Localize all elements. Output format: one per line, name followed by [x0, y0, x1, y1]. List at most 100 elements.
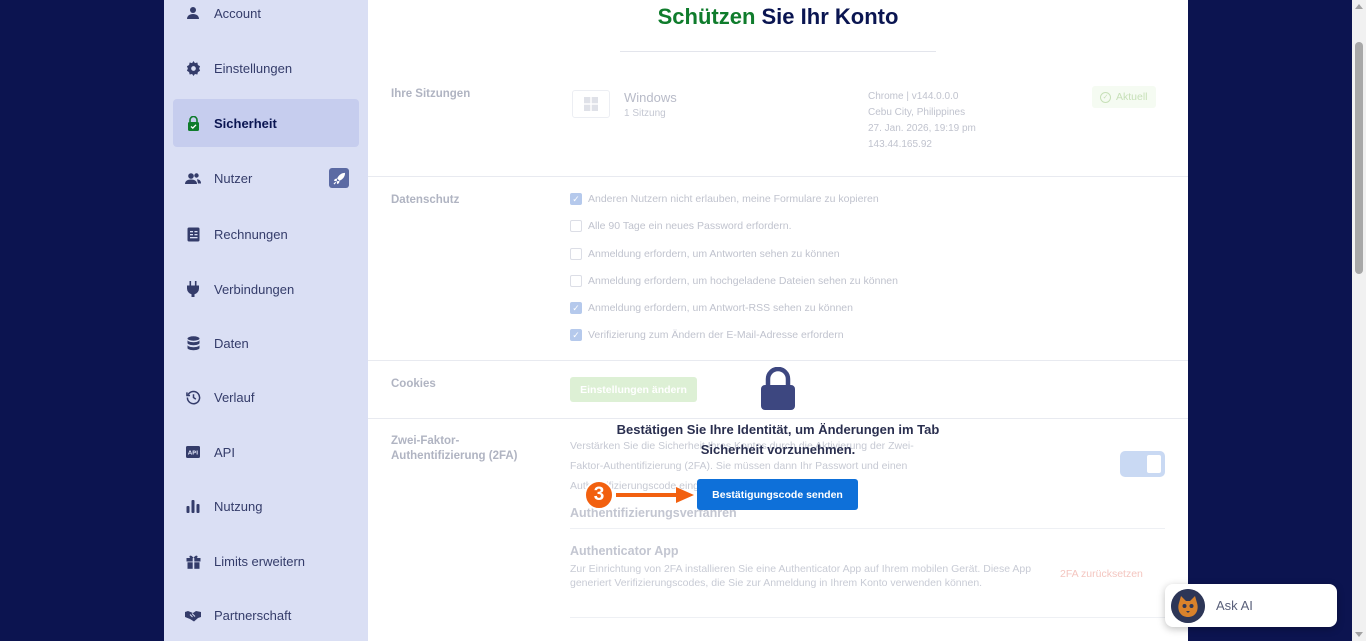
ai-assistant-avatar-icon	[1171, 588, 1205, 623]
session-details: Chrome | v144.0.0.0 Cebu City, Philippin…	[868, 89, 976, 153]
section-divider	[570, 617, 1165, 618]
title-divider	[620, 51, 936, 52]
user-icon	[185, 5, 201, 21]
privacy-option-label: Alle 90 Tage ein neues Password erforder…	[588, 220, 792, 232]
plug-icon	[185, 281, 201, 297]
session-browser: Chrome | v144.0.0.0	[868, 91, 959, 102]
privacy-option-label: Verifizierung zum Ändern der E-Mail-Adre…	[588, 329, 844, 341]
section-divider	[570, 528, 1165, 529]
sidebar-item-label: API	[214, 444, 235, 460]
checkbox[interactable]	[570, 220, 582, 232]
sidebar-item-api[interactable]: API API	[173, 428, 359, 476]
two-factor-title-line: Authentifizierung (2FA)	[391, 450, 518, 462]
privacy-option[interactable]: ✓ Verifizierung zum Ändern der E-Mail-Ad…	[570, 329, 844, 341]
handshake-icon	[185, 607, 201, 623]
privacy-option-label: Anmeldung erfordern, um Antwort-RSS sehe…	[588, 302, 853, 314]
sidebar-item-settings[interactable]: Einstellungen	[173, 44, 359, 92]
reset-2fa-link[interactable]: 2FA zurücksetzen	[1060, 568, 1143, 580]
invoice-icon	[185, 226, 201, 242]
scroll-up-arrow-icon[interactable]	[1355, 4, 1363, 9]
privacy-option[interactable]: Anmeldung erfordern, um hochgeladene Dat…	[570, 275, 898, 287]
two-factor-section-title: Zwei-Faktor- Authentifizierung (2FA)	[391, 434, 518, 464]
session-location: Cebu City, Philippines	[868, 107, 966, 118]
section-divider	[368, 418, 1188, 419]
rocket-icon	[329, 168, 349, 188]
authenticator-app-title: Authenticator App	[570, 544, 679, 558]
privacy-option-label: Anmeldung erfordern, um Antworten sehen …	[588, 248, 840, 260]
verification-message-line: Bestätigen Sie Ihre Identität, um Änderu…	[616, 422, 940, 437]
cookie-settings-button[interactable]: Einstellungen ändern	[570, 377, 697, 402]
sidebar-item-invoices[interactable]: Rechnungen	[173, 210, 359, 258]
main-panel: Schützen Sie Ihr Konto Ihre Sitzungen Wi…	[368, 0, 1188, 641]
settings-content: Ihre Sitzungen Windows 1 Sitzung Chrome …	[368, 60, 1188, 641]
windows-device-icon	[572, 90, 610, 118]
sidebar-item-account[interactable]: Account	[173, 0, 359, 37]
privacy-option-label: Anderen Nutzern nicht erlauben, meine Fo…	[588, 193, 879, 205]
session-date: 27. Jan. 2026, 19:19 pm	[868, 123, 976, 134]
status-badge-label: Aktuell	[1116, 91, 1148, 103]
scroll-down-arrow-icon[interactable]	[1355, 632, 1363, 637]
ask-ai-button[interactable]: Ask AI	[1165, 584, 1337, 627]
verification-message-line: Sicherheit vorzunehmen.	[700, 442, 856, 457]
sidebar-item-label: Rechnungen	[214, 226, 288, 242]
section-divider	[368, 176, 1188, 177]
authenticator-app-description: Zur Einrichtung von 2FA installieren Sie…	[570, 563, 1032, 589]
privacy-option[interactable]: Alle 90 Tage ein neues Password erforder…	[570, 220, 792, 232]
session-ip: 143.44.165.92	[868, 139, 932, 150]
sidebar-item-partnership[interactable]: Partnerschaft	[173, 591, 359, 639]
scrollbar[interactable]	[1352, 0, 1366, 641]
sidebar-item-upgrade[interactable]: Limits erweitern	[173, 537, 359, 585]
sidebar-item-label: Account	[214, 5, 261, 21]
status-badge: ✓ Aktuell	[1092, 86, 1156, 108]
cookies-section-title: Cookies	[391, 378, 436, 390]
two-factor-title-line: Zwei-Faktor-	[391, 435, 460, 447]
api-icon: API	[185, 444, 201, 460]
privacy-section-title: Datenschutz	[391, 194, 460, 206]
history-icon	[185, 389, 201, 405]
sessions-section-title: Ihre Sitzungen	[391, 88, 471, 100]
sidebar-item-label: Nutzer	[214, 170, 253, 186]
sidebar-item-label: Daten	[214, 335, 249, 351]
gift-icon	[185, 553, 201, 569]
sidebar-item-label: Verlauf	[214, 389, 255, 405]
sidebar-item-label: Verbindungen	[214, 281, 295, 297]
sidebar-item-security[interactable]: Sicherheit	[173, 99, 359, 147]
session-device-name: Windows	[624, 90, 677, 105]
sidebar-item-label: Nutzung	[214, 498, 263, 514]
lock-icon	[185, 115, 201, 131]
sidebar-item-label: Sicherheit	[214, 115, 277, 131]
privacy-option-label: Anmeldung erfordern, um hochgeladene Dat…	[588, 275, 898, 287]
sidebar-item-label: Partnerschaft	[214, 607, 292, 623]
sidebar-item-label: Limits erweitern	[214, 553, 306, 569]
page-title-accent: Schützen	[657, 4, 756, 29]
gear-icon	[185, 60, 201, 76]
sidebar-item-usage[interactable]: Nutzung	[173, 482, 359, 530]
page-title: Schützen Sie Ihr Konto	[368, 4, 1188, 30]
checkbox-checked[interactable]: ✓	[570, 193, 582, 205]
identity-verification-message: Bestätigen Sie Ihre Identität, um Änderu…	[598, 420, 958, 460]
checkbox[interactable]	[570, 275, 582, 287]
privacy-option[interactable]: ✓ Anmeldung erfordern, um Antwort-RSS se…	[570, 302, 853, 314]
page-title-rest: Sie Ihr Konto	[755, 4, 899, 29]
check-circle-icon: ✓	[1100, 91, 1111, 103]
sidebar-item-connections[interactable]: Verbindungen	[173, 265, 359, 313]
scrollbar-thumb[interactable]	[1355, 42, 1363, 274]
session-count: 1 Sitzung	[624, 108, 666, 119]
bar-chart-icon	[185, 498, 201, 514]
sidebar-item-users[interactable]: Nutzer	[173, 154, 359, 202]
privacy-option[interactable]: ✓ Anderen Nutzern nicht erlauben, meine …	[570, 193, 879, 205]
checkbox[interactable]	[570, 248, 582, 260]
sidebar-item-history[interactable]: Verlauf	[173, 373, 359, 421]
checkbox-checked[interactable]: ✓	[570, 329, 582, 341]
checkbox-checked[interactable]: ✓	[570, 302, 582, 314]
sidebar-item-data[interactable]: Daten	[173, 319, 359, 367]
privacy-option[interactable]: Anmeldung erfordern, um Antworten sehen …	[570, 248, 840, 260]
users-icon	[185, 170, 201, 186]
section-divider	[368, 360, 1188, 361]
sidebar-item-label: Einstellungen	[214, 60, 293, 76]
two-factor-toggle[interactable]	[1120, 451, 1165, 477]
svg-text:API: API	[188, 450, 198, 456]
arrow-right-icon	[616, 487, 694, 503]
lock-icon	[760, 366, 796, 411]
send-verification-code-button[interactable]: Bestätigungscode senden	[697, 479, 858, 510]
